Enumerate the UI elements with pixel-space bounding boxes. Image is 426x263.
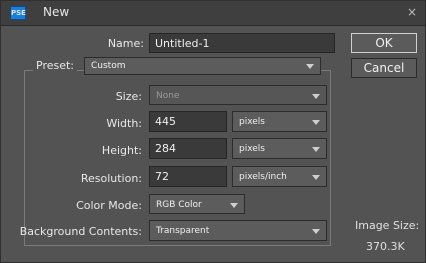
chevron-down-icon [312,120,320,125]
new-document-dialog: PSE New × Name: Untitled-1 Preset: Custo… [0,0,426,263]
chevron-down-icon [312,229,320,234]
background-contents-value: Transparent [156,226,210,236]
resolution-label: Resolution: [80,172,142,185]
dialog-title: New [43,5,70,19]
chevron-down-icon [230,203,238,208]
size-label: Size: [115,90,142,103]
chevron-down-icon [312,94,320,99]
size-select[interactable]: None [149,85,327,105]
preset-select[interactable]: Custom [84,57,321,75]
title-bar[interactable]: PSE New × [1,1,425,26]
resolution-unit-value: pixels/inch [239,172,287,182]
preset-label: Preset: [33,59,78,72]
color-mode-label: Color Mode: [76,199,142,212]
chevron-down-icon [312,147,320,152]
height-unit-select[interactable]: pixels [232,138,327,159]
height-unit-value: pixels [239,144,265,154]
size-value: None [156,91,180,101]
chevron-down-icon [306,64,314,69]
image-size-value: 370.3K [366,240,405,253]
close-icon[interactable]: × [407,5,417,19]
background-contents-select[interactable]: Transparent [149,220,327,241]
height-field[interactable]: 284 [149,138,227,159]
image-size-label: Image Size: [355,219,420,232]
width-unit-value: pixels [239,117,265,127]
background-contents-label: Background Contents: [19,225,142,238]
cancel-button[interactable]: Cancel [351,58,417,78]
preset-value: Custom [91,61,126,71]
ok-button[interactable]: OK [351,33,417,53]
width-unit-select[interactable]: pixels [232,111,327,132]
height-label: Height: [101,144,142,157]
chevron-down-icon [312,175,320,180]
resolution-field[interactable]: 72 [149,166,227,187]
resolution-unit-select[interactable]: pixels/inch [232,166,327,187]
width-field[interactable]: 445 [149,111,227,132]
color-mode-value: RGB Color [156,200,202,210]
width-label: Width: [106,117,142,130]
app-icon: PSE [10,6,26,20]
name-field[interactable]: Untitled-1 [149,33,335,53]
color-mode-select[interactable]: RGB Color [149,194,245,214]
name-label: Name: [107,37,144,50]
